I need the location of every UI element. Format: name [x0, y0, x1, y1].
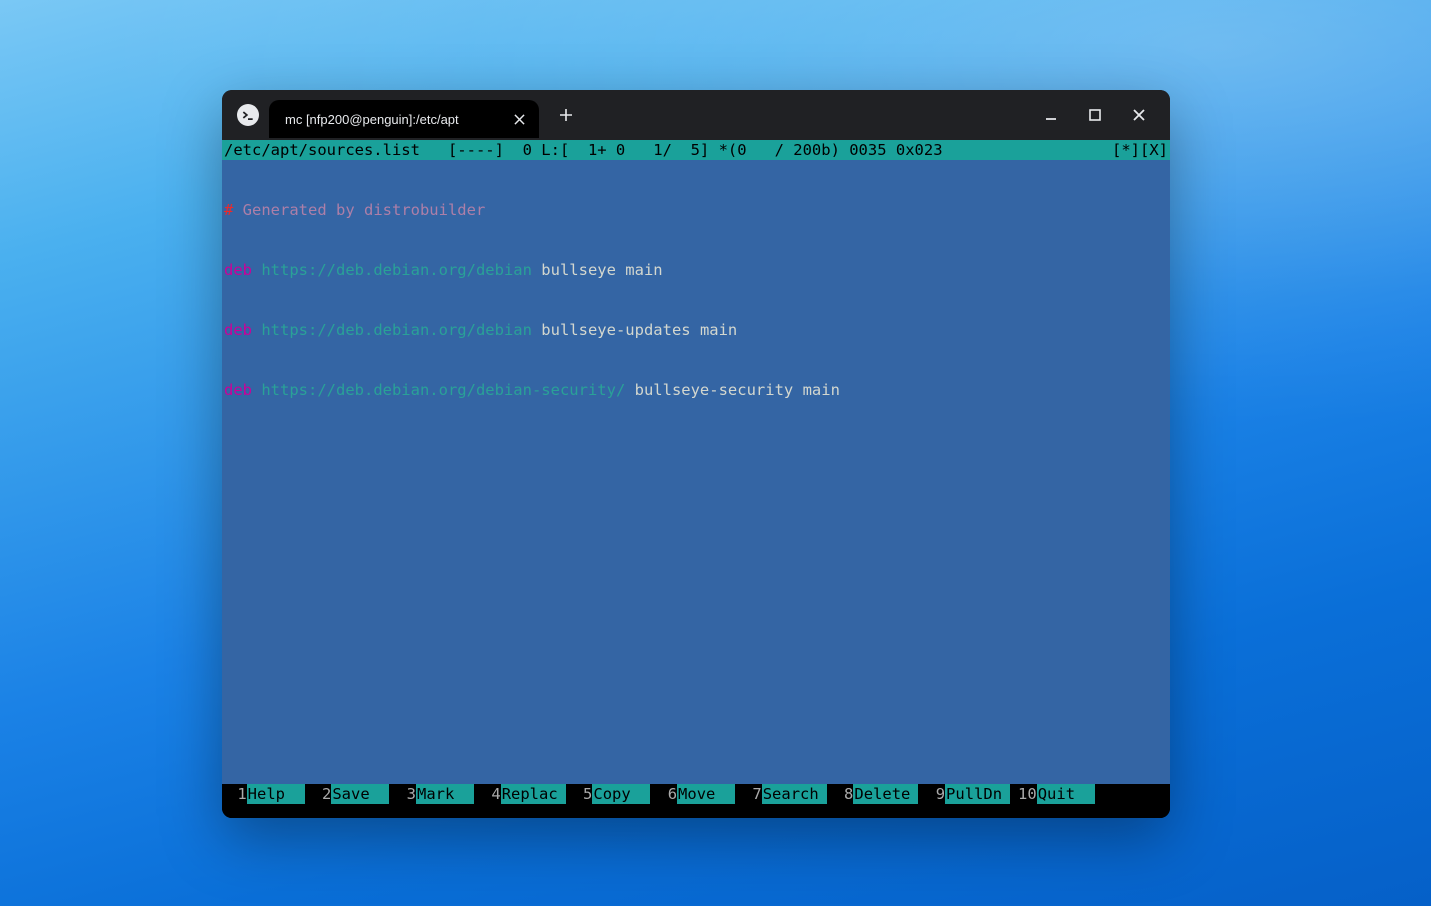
fkey-move[interactable]: 6Move — [650, 784, 735, 804]
fkey-pulldn[interactable]: 9PullDn — [918, 784, 1010, 804]
terminal-app-icon — [237, 104, 259, 126]
close-button[interactable] — [1130, 106, 1148, 124]
status-right: [*][X] — [1112, 140, 1168, 160]
fkey-mark[interactable]: 3Mark — [389, 784, 474, 804]
fkey-save[interactable]: 2Save — [305, 784, 390, 804]
window-controls — [1042, 106, 1162, 124]
fkey-copy[interactable]: 5Copy — [566, 784, 651, 804]
maximize-button[interactable] — [1086, 106, 1104, 124]
terminal-viewport[interactable]: /etc/apt/sources.list [----] 0 L:[ 1+ 0 … — [222, 140, 1170, 818]
editor-line: # Generated by distrobuilder — [224, 200, 1168, 220]
tab-close-button[interactable] — [509, 109, 529, 129]
new-tab-button[interactable] — [551, 100, 581, 130]
tab-title: mc [nfp200@penguin]:/etc/apt — [285, 112, 499, 127]
fkey-help[interactable]: 1Help — [222, 784, 305, 804]
editor-status-line: /etc/apt/sources.list [----] 0 L:[ 1+ 0 … — [222, 140, 1170, 160]
terminal-padding — [222, 804, 1170, 818]
minimize-button[interactable] — [1042, 106, 1060, 124]
fkey-replace[interactable]: 4Replac — [474, 784, 566, 804]
function-key-bar: 1Help 2Save 3Mark 4Replac 5Copy 6Move 7S… — [222, 784, 1170, 804]
terminal-tab[interactable]: mc [nfp200@penguin]:/etc/apt — [269, 100, 539, 138]
fkey-delete[interactable]: 8Delete — [827, 784, 919, 804]
window-titlebar[interactable]: mc [nfp200@penguin]:/etc/apt — [222, 90, 1170, 140]
fkey-quit[interactable]: 10Quit — [1010, 784, 1095, 804]
status-left: /etc/apt/sources.list [----] 0 L:[ 1+ 0 … — [224, 140, 1112, 160]
editor-line: deb https://deb.debian.org/debian bullse… — [224, 320, 1168, 340]
editor-body[interactable]: # Generated by distrobuilder deb https:/… — [222, 160, 1170, 784]
fkey-search[interactable]: 7Search — [735, 784, 827, 804]
editor-line: deb https://deb.debian.org/debian-securi… — [224, 380, 1168, 400]
terminal-window: mc [nfp200@penguin]:/etc/apt /etc/apt/so… — [222, 90, 1170, 818]
editor-line: deb https://deb.debian.org/debian bullse… — [224, 260, 1168, 280]
